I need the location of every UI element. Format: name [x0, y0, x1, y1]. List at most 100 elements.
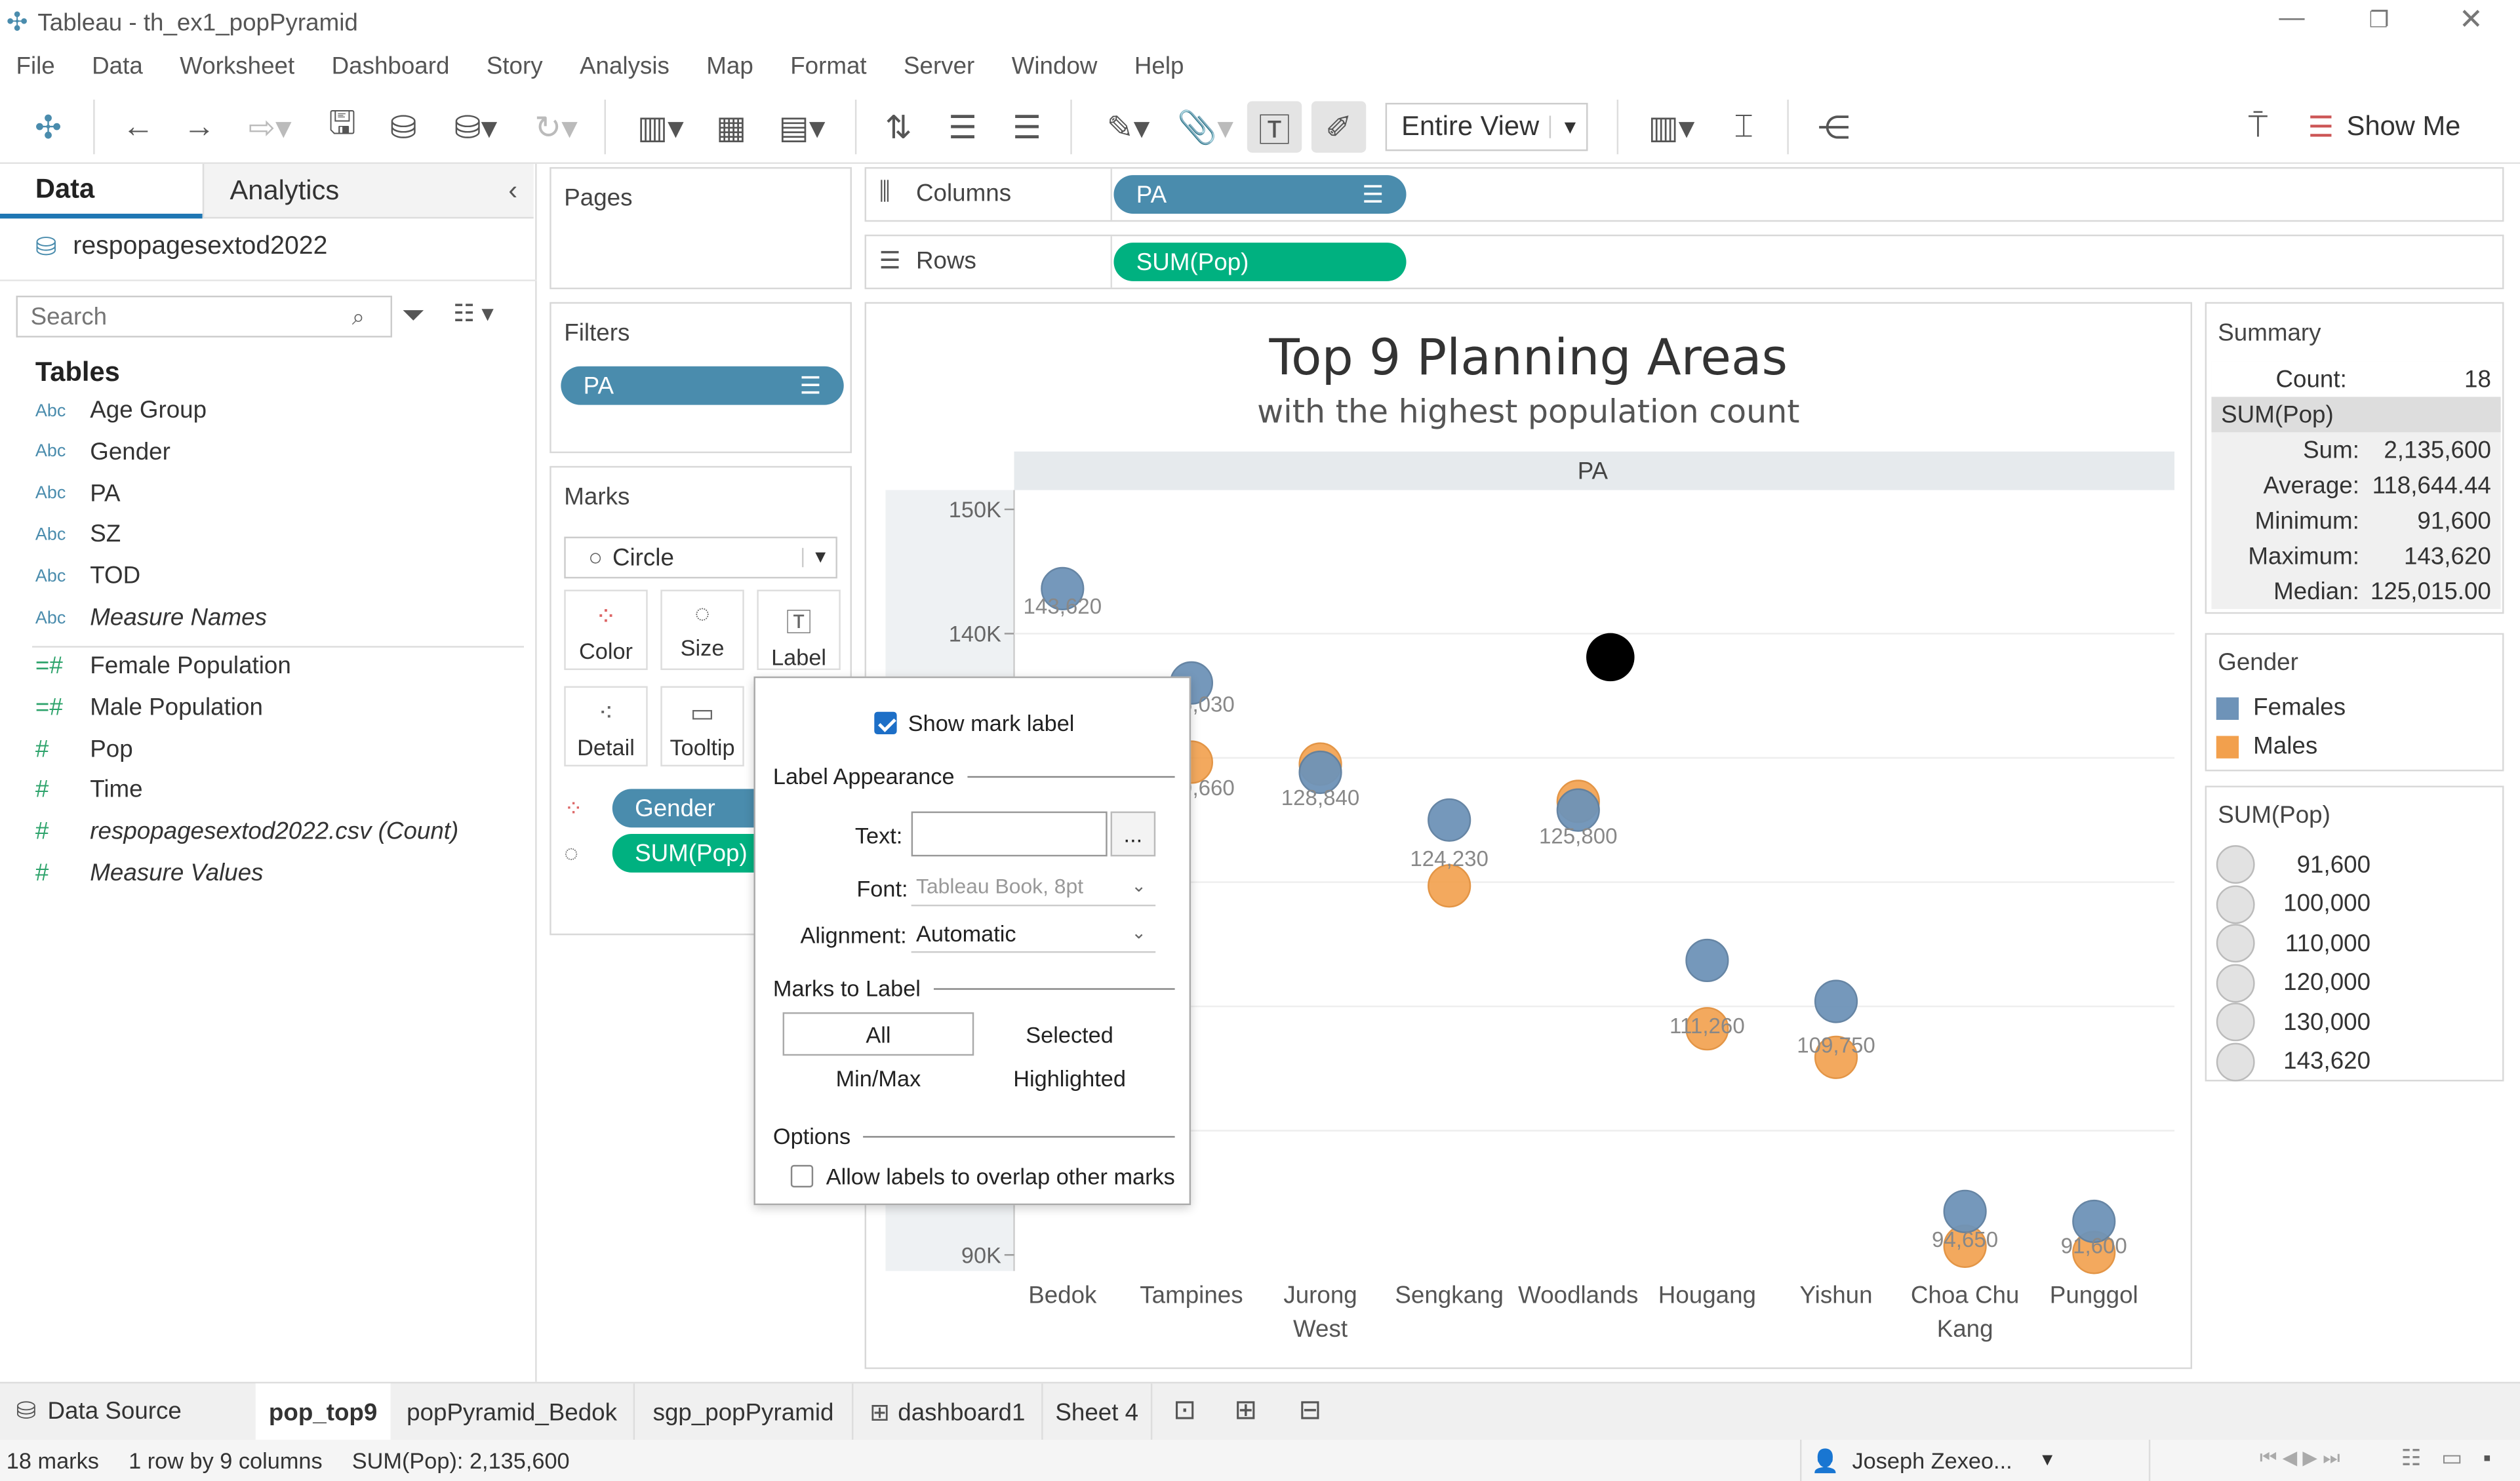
overlap-checkbox[interactable]: [790, 1164, 814, 1188]
undo-icon[interactable]: ←: [113, 101, 164, 152]
field-item[interactable]: # Measure Values: [35, 859, 264, 887]
field-item[interactable]: Abc SZ: [35, 521, 121, 549]
mark-point-females[interactable]: [1814, 979, 1858, 1023]
marks-card-color[interactable]: ⁘ Color: [564, 589, 648, 671]
columns-pill-pa[interactable]: PA ☰: [1113, 175, 1407, 214]
tab-poppyramid-bedok[interactable]: popPyramid_Bedok: [391, 1383, 635, 1442]
option-all[interactable]: All: [782, 1012, 974, 1056]
field-item[interactable]: Abc TOD: [35, 563, 140, 590]
rows-shelf[interactable]: ☰ Rows SUM(Pop): [864, 234, 2504, 290]
filter-pill-pa[interactable]: PA ☰: [561, 366, 844, 405]
menu-map[interactable]: Map: [706, 52, 753, 80]
marks-card-tooltip[interactable]: ▭ Tooltip: [660, 686, 744, 767]
share-icon[interactable]: ⋲: [1810, 101, 1858, 152]
search-input[interactable]: [30, 302, 352, 330]
new-story-icon[interactable]: ⊟: [1298, 1394, 1321, 1427]
text-input[interactable]: [911, 811, 1108, 857]
tab-data[interactable]: Data: [0, 164, 203, 219]
collapse-icon[interactable]: ‹: [508, 174, 517, 207]
tab-sgp-poppyramid[interactable]: sgp_popPyramid: [635, 1383, 854, 1442]
show-labels-icon[interactable]: 🅃: [1247, 101, 1302, 153]
highlight-icon[interactable]: ✎▾: [1093, 101, 1164, 152]
grid-view-icon[interactable]: ☷: [2401, 1444, 2422, 1472]
duplicate-sheet-icon[interactable]: ▦: [707, 101, 755, 152]
filters-shelf[interactable]: Filters PA ☰: [550, 302, 852, 454]
datasource-item[interactable]: ⛁ respopagesextod2022: [35, 228, 327, 267]
presentation-mode-icon[interactable]: ⌶: [1719, 101, 1768, 152]
font-dropdown[interactable]: Tableau Book, 8pt ⌄: [911, 867, 1156, 907]
data-source-tab[interactable]: ⛁ Data Source: [16, 1396, 182, 1425]
fit-dropdown[interactable]: Entire View ▼: [1385, 102, 1588, 151]
legend-item-females[interactable]: Females: [2216, 694, 2346, 721]
tab-pop-top9[interactable]: pop_top9: [255, 1383, 391, 1442]
field-item[interactable]: # Pop: [35, 736, 133, 763]
menu-dashboard[interactable]: Dashboard: [332, 52, 450, 80]
user-menu[interactable]: 👤 Joseph Zexeo... ▼: [1800, 1440, 2151, 1481]
field-item[interactable]: # Time: [35, 777, 143, 804]
mark-type-dropdown[interactable]: ○ Circle ▼: [564, 536, 837, 579]
sum-pop-pill[interactable]: SUM(Pop): [612, 834, 773, 873]
refresh-icon[interactable]: ↻▾: [521, 101, 591, 152]
field-item[interactable]: Abc PA: [35, 480, 121, 507]
clear-sheet-icon[interactable]: ▤▾: [765, 101, 839, 152]
new-datasource-icon[interactable]: ⛁: [379, 101, 428, 152]
option-selected[interactable]: Selected: [974, 1012, 1165, 1056]
sort-ascending-icon[interactable]: ☰: [938, 101, 987, 152]
sort-descending-icon[interactable]: ☰: [1003, 101, 1051, 152]
mark-point-females[interactable]: [1685, 938, 1729, 983]
menu-help[interactable]: Help: [1134, 52, 1184, 80]
pages-shelf[interactable]: Pages: [550, 167, 852, 290]
replay-icon[interactable]: ⇨▾: [235, 101, 306, 152]
field-item[interactable]: Abc Age Group: [35, 397, 207, 424]
alignment-dropdown[interactable]: Automatic ⌄: [911, 915, 1156, 953]
tab-dashboard1[interactable]: ⊞ dashboard1: [853, 1383, 1043, 1442]
rows-pill-sum-pop[interactable]: SUM(Pop): [1113, 243, 1407, 281]
filmstrip-view-icon[interactable]: ▭: [2441, 1444, 2462, 1472]
menu-file[interactable]: File: [16, 52, 55, 80]
nav-first-icon[interactable]: ⏮ ◀ ▶ ⏭: [2260, 1446, 2340, 1471]
gender-pill[interactable]: Gender: [612, 789, 773, 828]
show-mark-label-checkbox[interactable]: [874, 711, 897, 735]
menu-story[interactable]: Story: [487, 52, 543, 80]
legend-item-males[interactable]: Males: [2216, 733, 2317, 760]
marks-card-label[interactable]: 🅃 Label: [757, 589, 841, 671]
mark-point-females[interactable]: [1428, 798, 1471, 842]
menu-analysis[interactable]: Analysis: [580, 52, 670, 80]
columns-shelf[interactable]: ⫼ Columns PA ☰: [864, 167, 2504, 222]
group-icon[interactable]: 📎▾: [1170, 101, 1241, 152]
save-icon[interactable]: 🖫: [318, 101, 367, 152]
tabs-view-icon[interactable]: ▪: [2483, 1444, 2491, 1470]
restore-icon[interactable]: ❐: [2369, 7, 2390, 34]
new-worksheet-icon[interactable]: ▥▾: [624, 101, 698, 152]
tableau-home-icon[interactable]: ✣: [22, 101, 73, 152]
menu-data[interactable]: Data: [92, 52, 143, 80]
field-item[interactable]: =# Male Population: [35, 694, 263, 721]
marks-card-detail[interactable]: ⁖ Detail: [564, 686, 648, 767]
menu-server[interactable]: Server: [904, 52, 974, 80]
new-dashboard-icon[interactable]: ⊞: [1234, 1394, 1257, 1427]
minimize-icon[interactable]: —: [2279, 5, 2304, 33]
option-min-max[interactable]: Min/Max: [783, 1057, 974, 1097]
close-icon[interactable]: ✕: [2459, 3, 2483, 37]
format-painter-icon[interactable]: ⍑: [2234, 101, 2283, 152]
new-worksheet-icon[interactable]: ⊡: [1173, 1394, 1196, 1427]
search-icon[interactable]: ⌕: [352, 303, 365, 330]
mark-point-females[interactable]: [1943, 1189, 1987, 1233]
show-hide-cards-icon[interactable]: ▥▾: [1636, 101, 1707, 152]
option-highlighted[interactable]: Highlighted: [974, 1057, 1165, 1097]
tab-analytics[interactable]: Analytics ‹: [202, 163, 534, 219]
tab-sheet4[interactable]: Sheet 4: [1043, 1383, 1153, 1442]
menu-window[interactable]: Window: [1012, 52, 1098, 80]
menu-format[interactable]: Format: [790, 52, 866, 80]
text-edit-button[interactable]: ...: [1110, 811, 1156, 857]
menu-worksheet[interactable]: Worksheet: [180, 52, 294, 80]
show-me-button[interactable]: ☰ Show Me: [2308, 101, 2460, 152]
redo-icon[interactable]: →: [174, 101, 225, 152]
field-item[interactable]: Abc Measure Names: [35, 604, 267, 632]
fix-axes-icon[interactable]: ✐: [1311, 101, 1367, 153]
search-field[interactable]: ⌕: [16, 295, 393, 338]
pause-updates-icon[interactable]: ⛁▾: [441, 101, 511, 152]
filter-icon[interactable]: ⏷: [402, 299, 425, 332]
overlap-row[interactable]: Allow labels to overlap other marks: [790, 1163, 1175, 1189]
show-mark-label-row[interactable]: Show mark label: [874, 710, 1074, 736]
